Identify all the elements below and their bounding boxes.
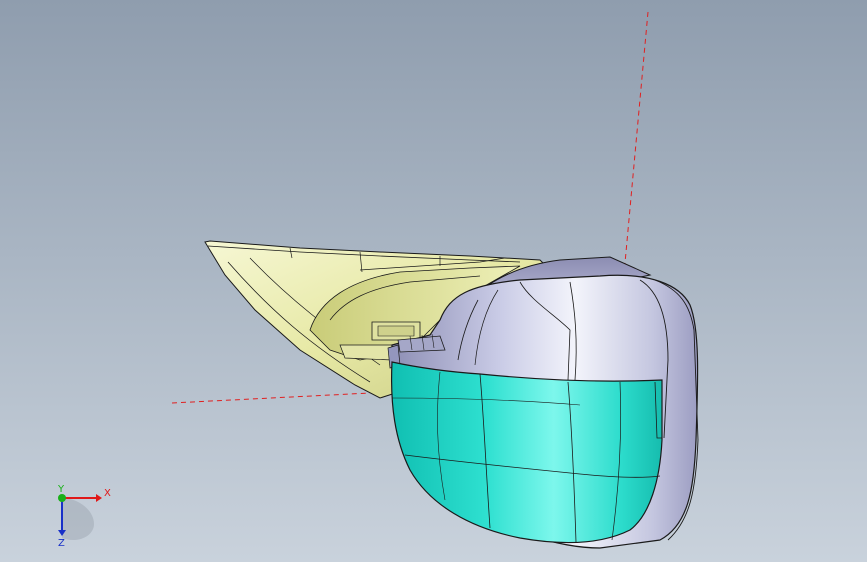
model-scene[interactable] bbox=[0, 0, 867, 562]
coordinate-triad: X Y Z bbox=[57, 484, 111, 549]
x-axis-label: X bbox=[104, 488, 111, 499]
graphics-viewport[interactable]: X Y Z bbox=[0, 0, 867, 562]
reference-axis-vertical[interactable] bbox=[623, 11, 649, 275]
x-axis-arrowhead bbox=[96, 494, 102, 502]
y-axis-label: Y bbox=[57, 484, 65, 495]
reference-axis-horizontal[interactable] bbox=[171, 391, 391, 404]
z-axis-label: Z bbox=[58, 538, 65, 549]
y-axis-dot bbox=[58, 494, 66, 502]
mirror-glass[interactable] bbox=[391, 361, 663, 544]
